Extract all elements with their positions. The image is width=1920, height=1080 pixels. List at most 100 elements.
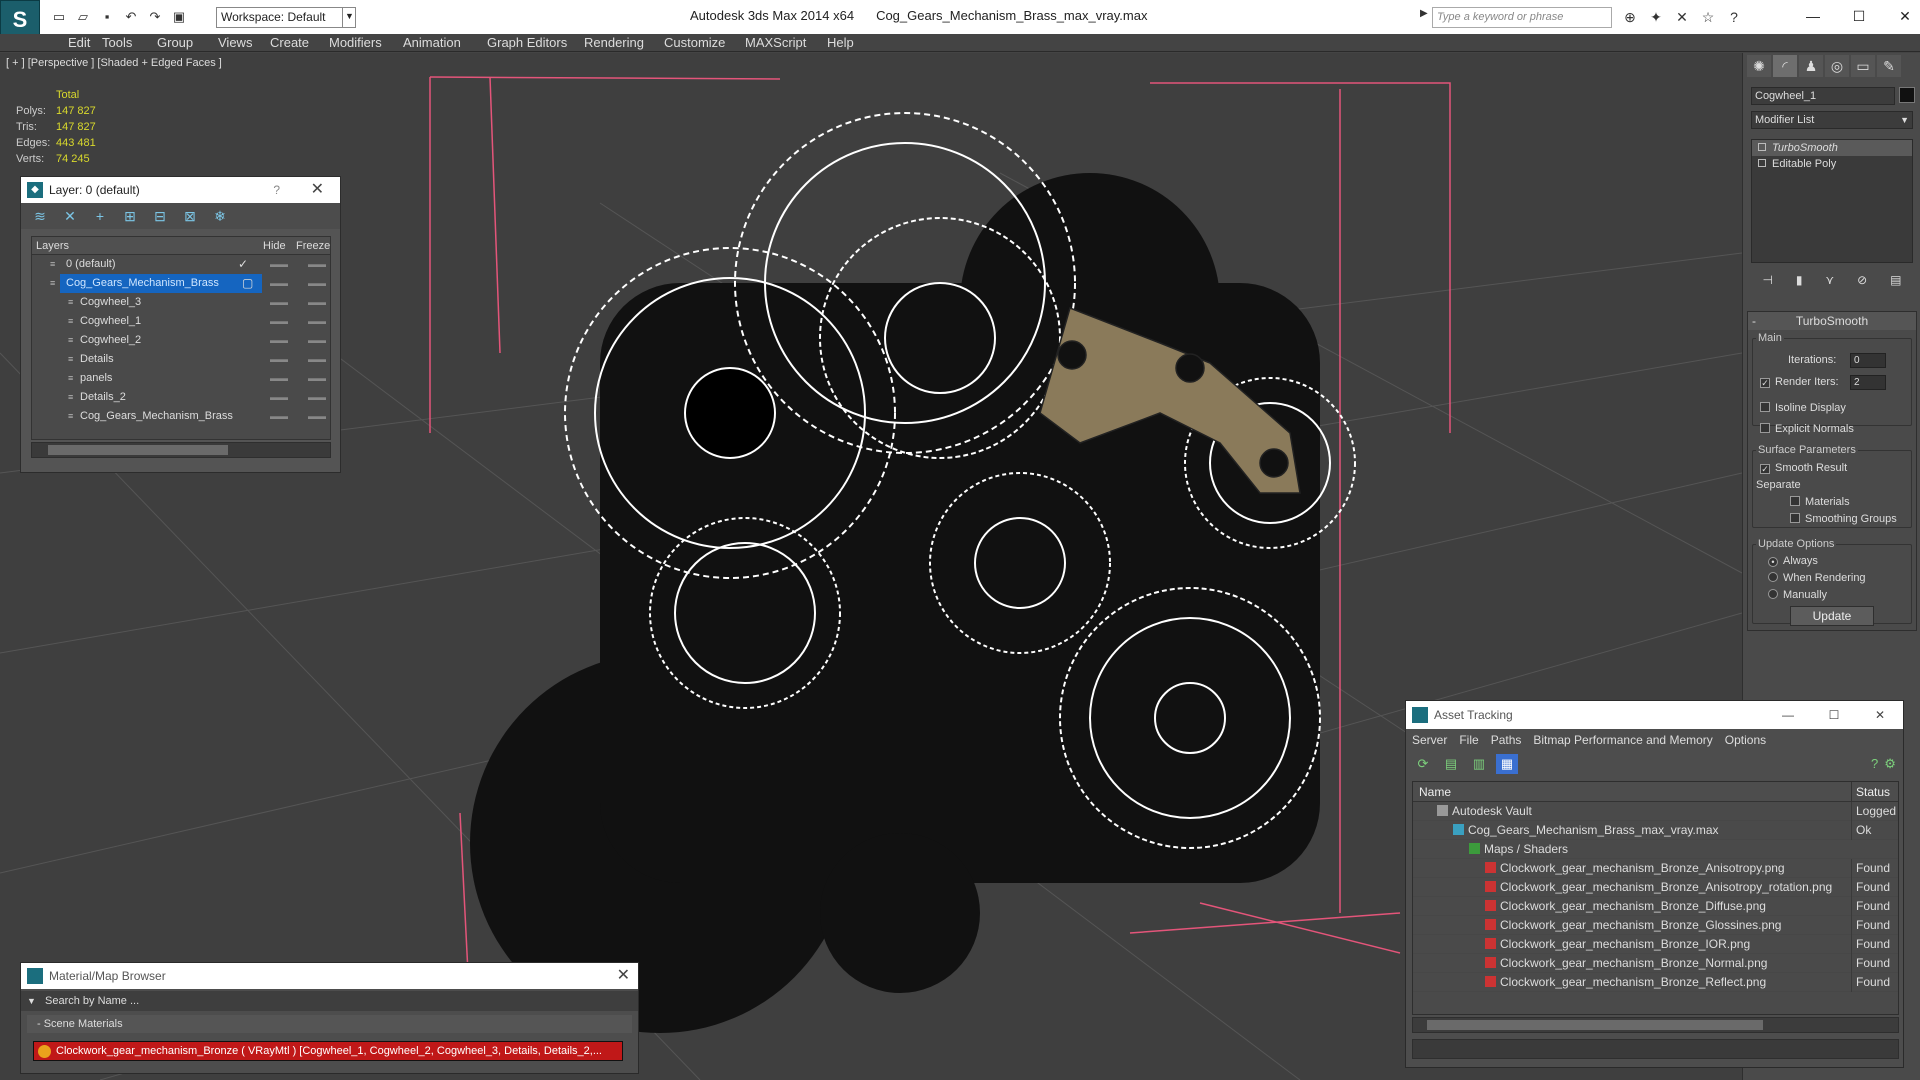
- menu-item-edit[interactable]: Edit: [68, 35, 90, 50]
- thumbnail-view-icon[interactable]: ▥: [1468, 754, 1490, 774]
- workspace-dropdown[interactable]: Workspace: Default: [216, 7, 356, 28]
- select-in-layer-icon[interactable]: ⊞: [119, 206, 141, 226]
- motion-tab-icon[interactable]: ◎: [1825, 55, 1849, 77]
- highlight-layer-icon[interactable]: ⊟: [149, 206, 171, 226]
- asset-menu-server[interactable]: Server: [1412, 733, 1447, 747]
- freeze-toggle[interactable]: ▬▬: [308, 331, 326, 350]
- freeze-toggle[interactable]: ▬▬: [308, 388, 326, 407]
- freeze-toggle[interactable]: ▬▬: [308, 369, 326, 388]
- update-always-radio[interactable]: • Always: [1768, 555, 1818, 567]
- update-button[interactable]: Update: [1790, 606, 1874, 626]
- asset-path-field[interactable]: [1412, 1039, 1899, 1059]
- favorites-star-icon[interactable]: ☆: [1698, 8, 1718, 26]
- menu-item-help[interactable]: Help: [827, 35, 854, 50]
- menu-item-views[interactable]: Views: [218, 35, 252, 50]
- project-folder-icon[interactable]: ▣: [170, 8, 188, 26]
- asset-scrollbar[interactable]: [1412, 1017, 1899, 1033]
- layer-row[interactable]: ≡ Cog_Gears_Mechanism_Brass ▬▬ ▬▬: [32, 407, 330, 426]
- menu-item-graph-editors[interactable]: Graph Editors: [487, 35, 567, 50]
- menu-item-modifiers[interactable]: Modifiers: [329, 35, 382, 50]
- display-tab-icon[interactable]: ▭: [1851, 55, 1875, 77]
- smoothing-groups-checkbox[interactable]: Smoothing Groups: [1790, 513, 1897, 525]
- settings-icon[interactable]: ⚙: [1884, 754, 1896, 774]
- freeze-toggle[interactable]: ▬▬: [308, 312, 326, 331]
- redo-icon[interactable]: ↷: [146, 8, 164, 26]
- set-current-layer-icon[interactable]: ▢: [242, 274, 253, 293]
- layer-scrollbar[interactable]: [31, 442, 331, 458]
- col-status[interactable]: Status: [1851, 782, 1898, 802]
- render-iters-checkbox[interactable]: ✓ Render Iters:: [1760, 376, 1839, 388]
- hierarchy-tab-icon[interactable]: ♟: [1799, 55, 1823, 77]
- modify-tab-icon[interactable]: ◜: [1773, 55, 1797, 77]
- layer-row[interactable]: ≡ panels ▬▬ ▬▬: [32, 369, 330, 388]
- bulb-icon[interactable]: [1758, 143, 1766, 151]
- table-view-icon[interactable]: ▦: [1496, 754, 1518, 774]
- close-icon[interactable]: ✕: [311, 177, 324, 203]
- iterations-spinner[interactable]: 0: [1850, 353, 1886, 368]
- explicit-normals-checkbox[interactable]: Explicit Normals: [1760, 423, 1854, 435]
- open-file-icon[interactable]: ▱: [74, 8, 92, 26]
- hide-toggle[interactable]: ▬▬: [270, 388, 288, 407]
- save-icon[interactable]: ▪: [98, 8, 116, 26]
- options-dropdown-icon[interactable]: ▼: [27, 991, 36, 1011]
- asset-row[interactable]: Clockwork_gear_mechanism_Bronze_IOR.png F…: [1413, 935, 1898, 954]
- menu-item-tools[interactable]: Tools: [102, 35, 132, 50]
- materials-checkbox[interactable]: Materials: [1790, 496, 1850, 508]
- layer-row[interactable]: ≡ Details ▬▬ ▬▬: [32, 350, 330, 369]
- hide-toggle[interactable]: ▬▬: [270, 369, 288, 388]
- hide-toggle[interactable]: ▬▬: [270, 293, 288, 312]
- menu-item-maxscript[interactable]: MAXScript: [745, 35, 806, 50]
- create-tab-icon[interactable]: ✺: [1747, 55, 1771, 77]
- chevron-down-icon[interactable]: ▼: [342, 7, 356, 28]
- new-layer-icon[interactable]: ≋: [29, 206, 51, 226]
- asset-row[interactable]: Clockwork_gear_mechanism_Bronze_Diffuse.…: [1413, 897, 1898, 916]
- list-view-icon[interactable]: ▤: [1440, 754, 1462, 774]
- menu-item-create[interactable]: Create: [270, 35, 309, 50]
- help-icon[interactable]: ?: [273, 177, 280, 203]
- close-icon[interactable]: ✕: [1882, 4, 1920, 28]
- scroll-thumb[interactable]: [48, 445, 228, 455]
- menu-item-rendering[interactable]: Rendering: [584, 35, 644, 50]
- isoline-display-checkbox[interactable]: Isoline Display: [1760, 402, 1846, 414]
- layer-row[interactable]: ≡ 0 (default) ▬▬ ▬▬ ✓: [32, 255, 330, 274]
- asset-row[interactable]: Cog_Gears_Mechanism_Brass_max_vray.max Ok: [1413, 821, 1898, 840]
- hide-toggle[interactable]: ▬▬: [270, 274, 288, 293]
- col-layers[interactable]: Layers: [36, 237, 69, 255]
- freeze-toggle[interactable]: ▬▬: [308, 255, 326, 274]
- asset-row[interactable]: Clockwork_gear_mechanism_Bronze_Glossine…: [1413, 916, 1898, 935]
- asset-row[interactable]: Autodesk Vault Logged Ou: [1413, 802, 1898, 821]
- hide-all-icon[interactable]: ⊠: [179, 206, 201, 226]
- undo-icon[interactable]: ↶: [122, 8, 140, 26]
- pin-stack-icon[interactable]: ⊣: [1762, 269, 1772, 291]
- asset-row[interactable]: Clockwork_gear_mechanism_Bronze_Normal.p…: [1413, 954, 1898, 973]
- refresh-icon[interactable]: ⟳: [1412, 754, 1434, 774]
- hide-toggle[interactable]: ▬▬: [270, 331, 288, 350]
- layer-row[interactable]: ≡ Cogwheel_1 ▬▬ ▬▬: [32, 312, 330, 331]
- menu-item-animation[interactable]: Animation: [403, 35, 461, 50]
- freeze-toggle[interactable]: ▬▬: [308, 350, 326, 369]
- add-to-layer-icon[interactable]: +: [89, 206, 111, 226]
- modifier-list-dropdown[interactable]: Modifier List ▼: [1751, 111, 1913, 129]
- asset-menu-bitmap-performance-and-memory[interactable]: Bitmap Performance and Memory: [1533, 733, 1712, 747]
- maximize-icon[interactable]: ☐: [1836, 4, 1882, 28]
- keyword-search-input[interactable]: Type a keyword or phrase: [1432, 7, 1612, 28]
- delete-layer-icon[interactable]: ✕: [59, 206, 81, 226]
- close-icon[interactable]: ✕: [1857, 701, 1903, 729]
- hide-toggle[interactable]: ▬▬: [270, 255, 288, 274]
- render-iters-spinner[interactable]: 2: [1850, 375, 1886, 390]
- object-name-input[interactable]: Cogwheel_1: [1751, 87, 1895, 105]
- update-when-rendering-radio[interactable]: When Rendering: [1768, 572, 1866, 584]
- hide-toggle[interactable]: ▬▬: [270, 350, 288, 369]
- minimize-icon[interactable]: —: [1765, 701, 1811, 729]
- help-icon[interactable]: ?: [1724, 8, 1744, 26]
- asset-row[interactable]: Clockwork_gear_mechanism_Bronze_Anisotro…: [1413, 859, 1898, 878]
- menu-item-group[interactable]: Group: [157, 35, 193, 50]
- smooth-result-checkbox[interactable]: ✓ Smooth Result: [1760, 462, 1847, 474]
- asset-tracking-titlebar[interactable]: Asset Tracking — ☐ ✕: [1406, 701, 1903, 729]
- asset-row[interactable]: Clockwork_gear_mechanism_Bronze_Reflect.…: [1413, 973, 1898, 992]
- freeze-toggle[interactable]: ▬▬: [308, 274, 326, 293]
- subscription-icon[interactable]: ✦: [1646, 8, 1666, 26]
- minimize-icon[interactable]: —: [1790, 4, 1836, 28]
- object-color-swatch[interactable]: [1899, 87, 1915, 103]
- col-freeze[interactable]: Freeze: [296, 237, 330, 255]
